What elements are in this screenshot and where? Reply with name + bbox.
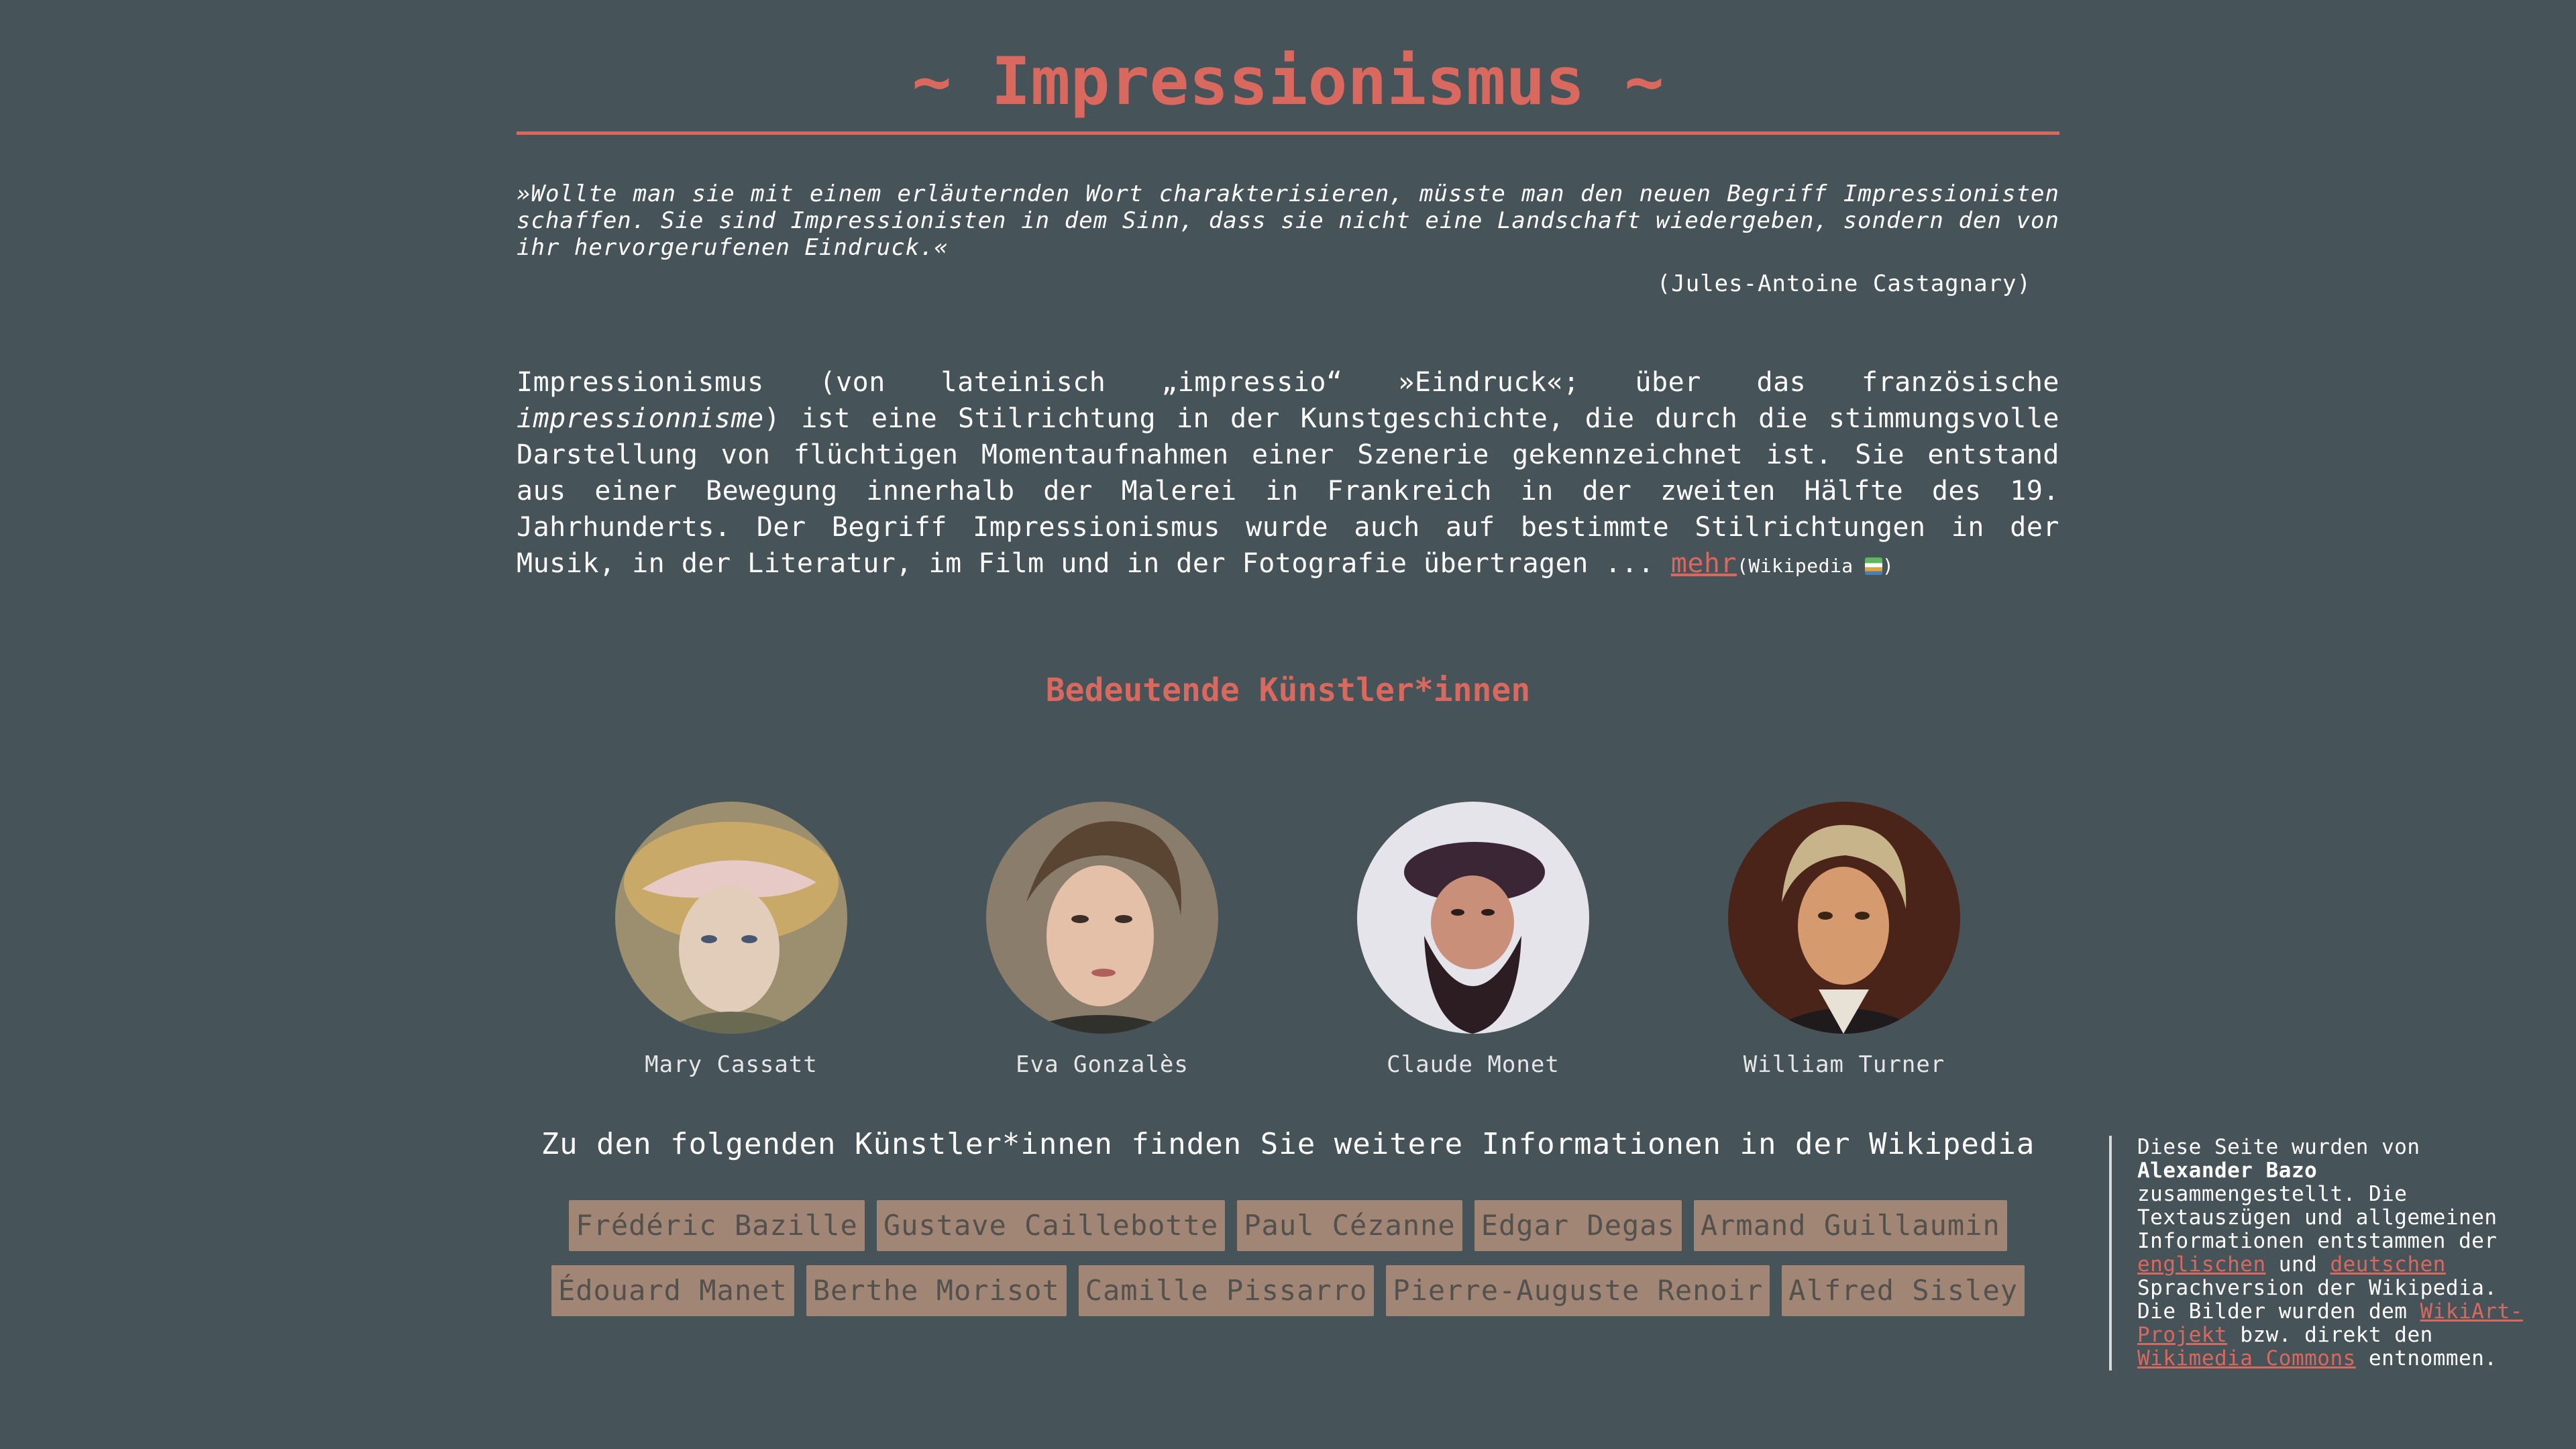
credits-line-1: Diese Seite wurden von: [2137, 1135, 2420, 1159]
artist-link-renoir[interactable]: Pierre-Auguste Renoir: [1386, 1265, 1770, 1316]
more-artists-title: Zu den folgenden Künstler*innen finden S…: [541, 1127, 2035, 1161]
artist-links-row-1: Frédéric Bazille Gustave Caillebotte Pau…: [517, 1200, 2059, 1251]
artist-link-guillaumin[interactable]: Armand Guillaumin: [1693, 1200, 2007, 1251]
wikipedia-book-icon: [1865, 557, 1883, 575]
title-divider: [517, 131, 2059, 135]
artist-link-bazille[interactable]: Frédéric Bazille: [569, 1200, 865, 1251]
artist-card-mary-cassatt[interactable]: Mary Cassatt: [597, 802, 865, 1078]
page-credits: Diese Seite wurden von Alexander Bazo zus…: [2109, 1136, 2546, 1371]
credits-and: und: [2265, 1252, 2330, 1277]
portrait-mary-cassatt[interactable]: [615, 802, 847, 1034]
artist-name: Mary Cassatt: [645, 1051, 818, 1078]
artist-name: Eva Gonzalès: [1016, 1051, 1189, 1078]
wikipedia-source: (Wikipedia ): [1737, 555, 1894, 577]
artist-link-caillebotte[interactable]: Gustave Caillebotte: [876, 1200, 1226, 1251]
credits-author: Alexander Bazo: [2137, 1159, 2318, 1183]
artist-link-manet[interactable]: Édouard Manet: [551, 1265, 794, 1316]
artist-link-pissarro[interactable]: Camille Pissarro: [1078, 1265, 1375, 1316]
artist-list: Mary Cassatt Eva Gonzalès Claude Monet W…: [517, 802, 2059, 1090]
link-wikimedia-commons[interactable]: Wikimedia Commons: [2137, 1346, 2356, 1371]
artist-link-degas[interactable]: Edgar Degas: [1474, 1200, 1682, 1251]
portrait-william-turner[interactable]: [1728, 802, 1960, 1034]
artist-name: Claude Monet: [1387, 1051, 1560, 1078]
artist-card-claude-monet[interactable]: Claude Monet: [1339, 802, 1607, 1078]
intro-paragraph: Impressionismus (von lateinisch „impress…: [517, 364, 2059, 584]
artist-name: William Turner: [1743, 1051, 1945, 1078]
page-title: ~ Impressionismus ~: [912, 44, 1664, 120]
link-german-wikipedia[interactable]: deutschen: [2330, 1252, 2445, 1277]
portrait-claude-monet[interactable]: [1357, 802, 1589, 1034]
credits-line-5: entnommen.: [2355, 1346, 2498, 1371]
source-suffix: ): [1882, 555, 1894, 577]
portrait-eva-gonzales[interactable]: [986, 802, 1218, 1034]
artist-link-sisley[interactable]: Alfred Sisley: [1782, 1265, 2025, 1316]
artist-link-morisot[interactable]: Berthe Morisot: [806, 1265, 1067, 1316]
credits-line-4: bzw. direkt den: [2227, 1323, 2433, 1347]
artist-link-cezanne[interactable]: Paul Cézanne: [1237, 1200, 1462, 1251]
link-english-wikipedia[interactable]: englischen: [2137, 1252, 2266, 1277]
section-title-artists: Bedeutende Künstler*innen: [1045, 672, 1531, 709]
credits-line-2: zusammengestellt. Die Textauszügen und a…: [2137, 1182, 2498, 1253]
main-content: ~ Impressionismus ~ »Wollte man sie mit …: [517, 0, 2059, 736]
artist-card-william-turner[interactable]: William Turner: [1710, 802, 1978, 1078]
source-prefix: (Wikipedia: [1737, 555, 1866, 577]
intro-text-before: Impressionismus (von lateinisch „impress…: [517, 367, 2059, 398]
artist-links-row-2: Édouard Manet Berthe Morisot Camille Pis…: [517, 1265, 2059, 1316]
quote-author: (Jules-Antoine Castagnary): [1656, 270, 2031, 297]
artist-card-eva-gonzales[interactable]: Eva Gonzalès: [968, 802, 1236, 1078]
intro-emphasis: impressionnisme: [517, 403, 764, 434]
quote-text: »Wollte man sie mit einem erläuternden W…: [517, 180, 2059, 261]
more-link[interactable]: mehr: [1671, 548, 1737, 579]
